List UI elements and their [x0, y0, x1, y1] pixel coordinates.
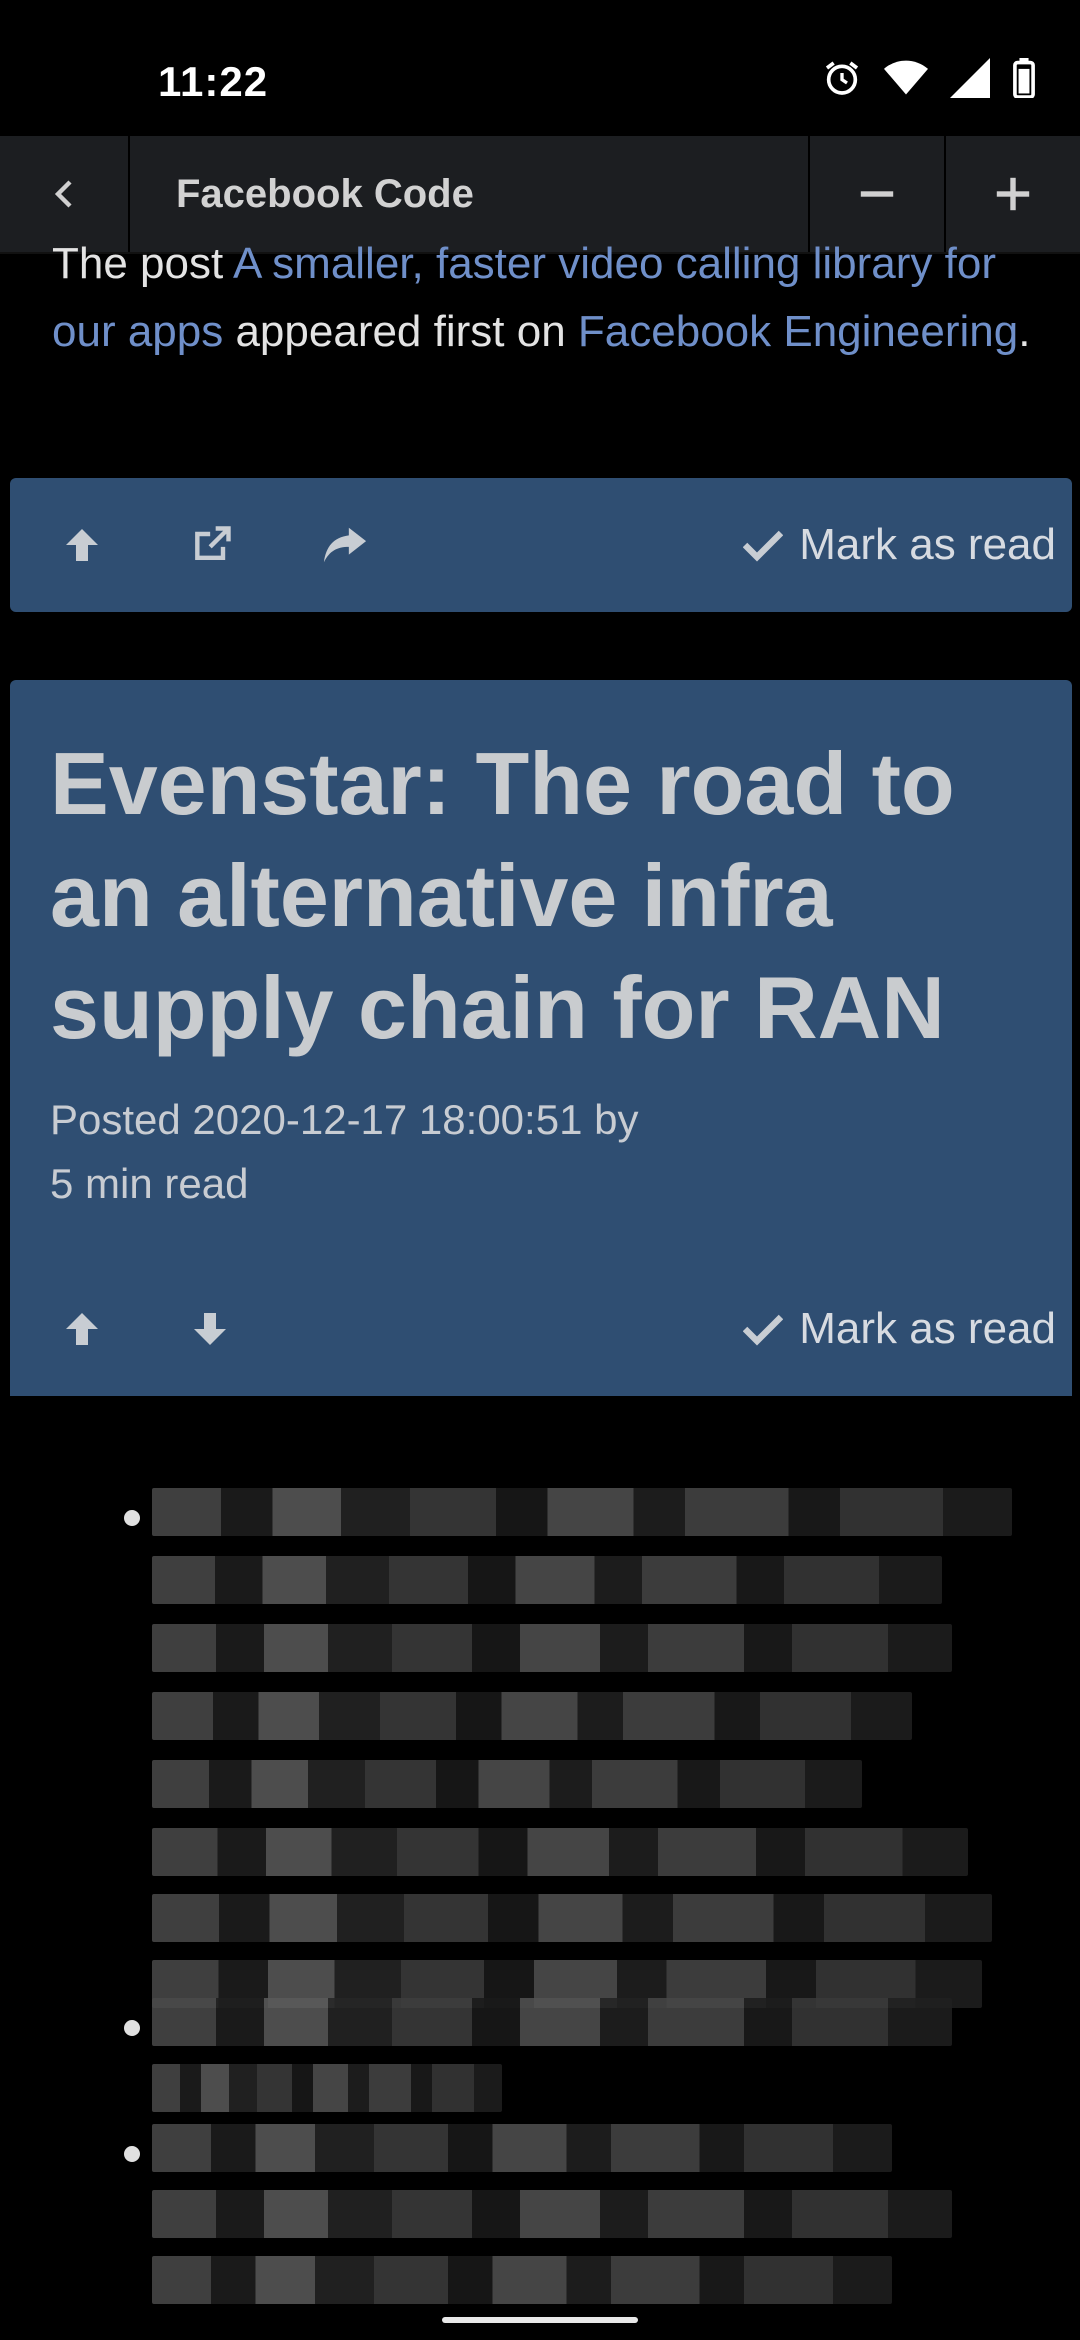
check-icon	[743, 530, 784, 562]
post-middle-text: appeared first on	[223, 307, 578, 356]
mark-as-read-label: Mark as read	[799, 1304, 1056, 1353]
blurred-text	[152, 2124, 892, 2172]
blurred-text	[152, 1760, 862, 1808]
next-article-button[interactable]	[190, 1262, 230, 1396]
open-external-button[interactable]	[190, 478, 234, 612]
previous-post-actions: Mark as read	[10, 478, 1072, 612]
post-suffix-text: .	[1018, 307, 1031, 356]
article-meta: Posted 2020-12-17 18:00:51 by 5 min read	[50, 1088, 638, 1216]
status-bar: 11:22	[0, 0, 1080, 136]
post-prefix-text: The post	[52, 239, 234, 288]
battery-icon	[1013, 58, 1035, 98]
mark-as-read-button[interactable]: Mark as read	[743, 478, 1056, 612]
arrow-up-icon	[66, 1313, 98, 1345]
read-time: 5 min read	[50, 1160, 249, 1207]
plus-icon	[996, 177, 1030, 211]
status-icons	[822, 58, 1036, 98]
article-title[interactable]: Evenstar: The road to an alternative inf…	[50, 728, 1040, 1064]
posted-line: Posted 2020-12-17 18:00:51 by	[50, 1096, 639, 1143]
alarm-icon	[825, 61, 859, 95]
external-link-icon	[195, 526, 231, 561]
arrow-down-icon	[194, 1313, 226, 1345]
previous-article-button[interactable]	[62, 1262, 102, 1396]
blurred-text	[152, 1828, 968, 1876]
blurred-text	[152, 1894, 992, 1942]
mark-as-read-label: Mark as read	[799, 520, 1056, 569]
mark-as-read-button[interactable]: Mark as read	[743, 1262, 1056, 1396]
share-button[interactable]	[322, 478, 368, 612]
blurred-text	[152, 1488, 1012, 1536]
list-bullet	[124, 1510, 140, 1526]
blurred-text	[152, 1624, 952, 1672]
share-icon	[323, 527, 367, 563]
blurred-text	[152, 1692, 912, 1740]
arrow-up-icon	[66, 529, 98, 561]
minus-icon	[860, 191, 894, 197]
site-link[interactable]: Facebook Engineering	[578, 307, 1018, 356]
blurred-text	[152, 2190, 952, 2238]
signal-icon	[950, 58, 990, 98]
status-time: 11:22	[158, 58, 269, 105]
wifi-icon	[884, 60, 928, 95]
blurred-text	[152, 2064, 502, 2112]
list-bullet	[124, 2146, 140, 2162]
home-indicator[interactable]	[442, 2317, 638, 2323]
chevron-left-icon	[54, 180, 72, 208]
article-actions: Mark as read	[10, 1262, 1072, 1396]
check-icon	[743, 1314, 784, 1346]
blurred-text	[152, 2256, 892, 2304]
scroll-up-button[interactable]	[62, 478, 102, 612]
list-bullet	[124, 2020, 140, 2036]
blurred-text	[152, 1556, 942, 1604]
previous-post-footer: The post A smaller, faster video calling…	[52, 230, 1032, 366]
blurred-text	[152, 1998, 952, 2046]
